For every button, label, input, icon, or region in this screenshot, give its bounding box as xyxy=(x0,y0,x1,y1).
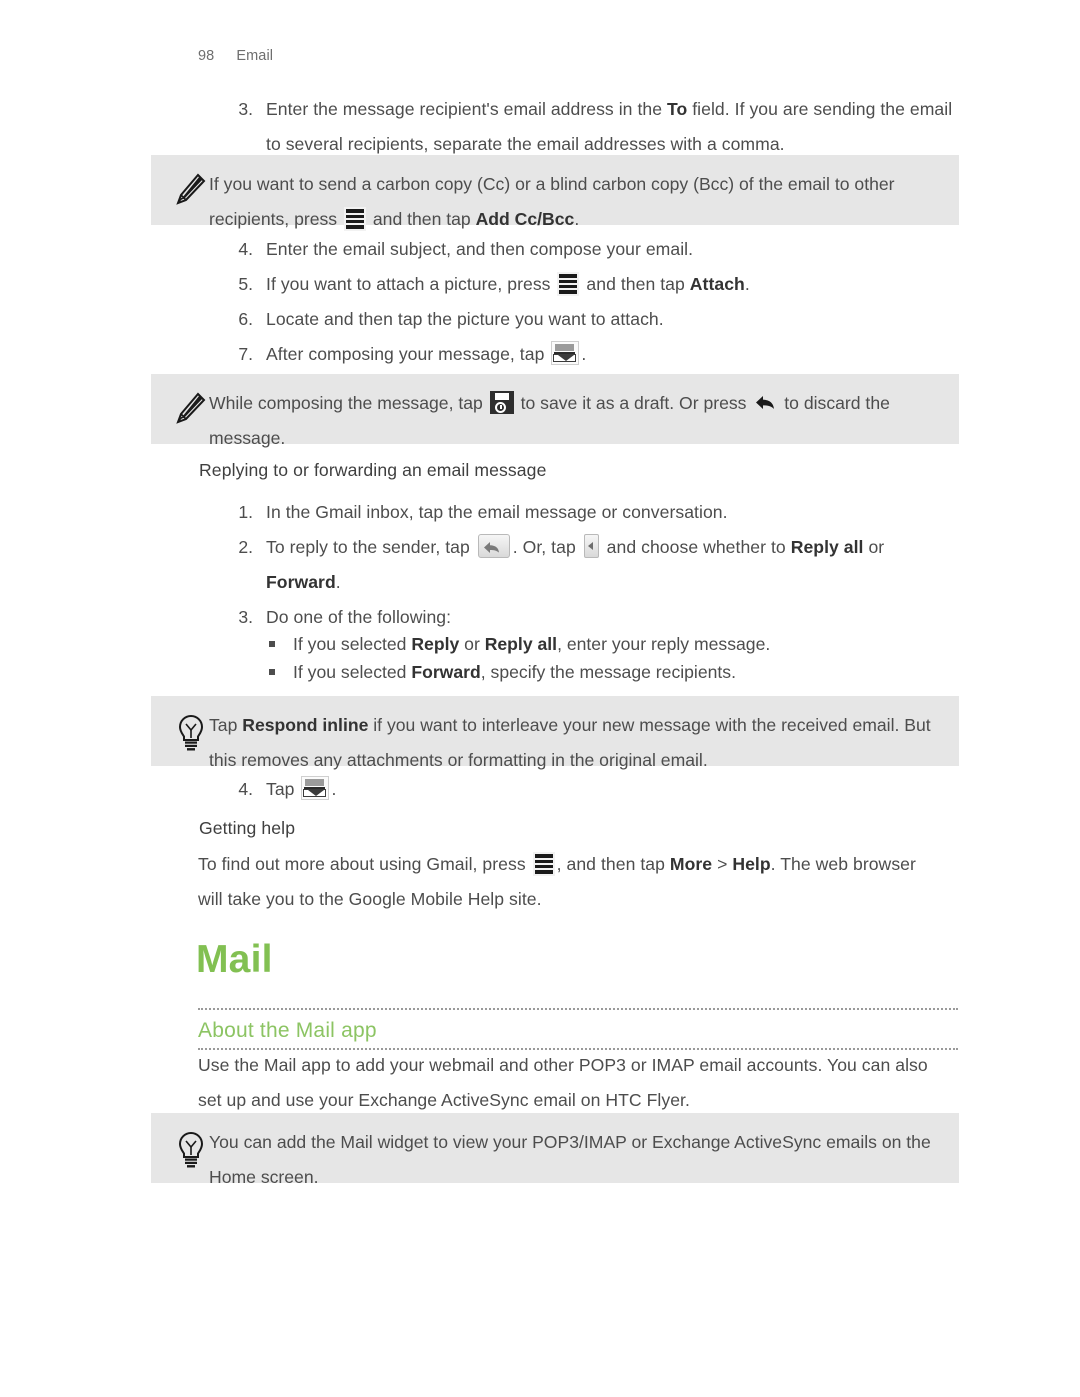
list-marker: 3. xyxy=(238,99,253,119)
list-text: If you want to attach a picture, press a… xyxy=(266,272,750,296)
page-header: 98 Email xyxy=(198,48,273,64)
ordered-list-tap-send: 4. Tap . xyxy=(219,772,959,807)
bullet-list-reply-options: If you selected Reply or Reply all, ente… xyxy=(267,630,967,686)
reply-icon[interactable] xyxy=(477,534,510,558)
emphasis-text: Add Cc/Bcc xyxy=(475,209,575,229)
send-icon[interactable] xyxy=(301,776,330,800)
list-marker: 1. xyxy=(238,502,253,522)
list-text: Enter the message recipient's email addr… xyxy=(266,99,953,154)
note-box-draft: While composing the message, tap to save… xyxy=(151,374,959,448)
emphasis-text: To xyxy=(667,99,688,119)
back-arrow-icon[interactable] xyxy=(754,390,776,410)
save-icon[interactable] xyxy=(489,391,514,414)
emphasis-text: Reply all xyxy=(484,634,558,654)
menu-icon[interactable] xyxy=(557,272,580,296)
bullet-square-icon xyxy=(269,669,275,675)
list-item: 2. To reply to the sender, tap . Or, tap… xyxy=(219,530,959,600)
list-item: If you selected Reply or Reply all, ente… xyxy=(267,630,967,658)
paragraph-getting-help: To find out more about using Gmail, pres… xyxy=(198,852,916,909)
emphasis-text: Forward xyxy=(266,572,336,592)
list-text: Do one of the following: xyxy=(266,607,452,627)
list-marker: 4. xyxy=(238,779,253,799)
bullet-text: If you selected Forward, specify the mes… xyxy=(293,662,736,682)
list-item: 3. Enter the message recipient's email a… xyxy=(219,92,959,162)
list-item: 6. Locate and then tap the picture you w… xyxy=(219,302,959,337)
ordered-list-compose-continued: 4. Enter the email subject, and then com… xyxy=(219,232,959,372)
menu-icon[interactable] xyxy=(343,207,366,231)
list-marker: 7. xyxy=(238,344,253,364)
send-icon[interactable] xyxy=(551,341,580,365)
list-marker: 6. xyxy=(238,309,253,329)
list-text: Locate and then tap the picture you want… xyxy=(266,309,664,329)
emphasis-text: Respond inline xyxy=(242,715,369,735)
bullet-square-icon xyxy=(269,641,275,647)
pencil-icon xyxy=(171,388,211,432)
list-text: In the Gmail inbox, tap the email messag… xyxy=(266,502,728,522)
section-about-mail-app: About the Mail app xyxy=(198,1008,958,1050)
list-text: To reply to the sender, tap . Or, tap an… xyxy=(266,534,884,592)
emphasis-text: Reply all xyxy=(790,537,864,557)
page-number: 98 xyxy=(198,48,215,64)
list-item: If you selected Forward, specify the mes… xyxy=(267,658,967,686)
emphasis-text: Forward xyxy=(411,662,481,682)
list-item: 5. If you want to attach a picture, pres… xyxy=(219,267,959,302)
emphasis-text: Attach xyxy=(689,274,745,294)
chapter-title: Mail xyxy=(196,938,273,981)
emphasis-text: Help xyxy=(732,854,771,874)
list-text: Enter the email subject, and then compos… xyxy=(266,239,694,259)
lightbulb-icon xyxy=(171,710,211,754)
paragraph-about-mail: Use the Mail app to add your webmail and… xyxy=(198,1055,928,1110)
list-marker: 5. xyxy=(238,274,253,294)
emphasis-text: Reply xyxy=(411,634,460,654)
list-marker: 3. xyxy=(238,607,253,627)
list-item: 4. Tap . xyxy=(219,772,959,807)
list-marker: 2. xyxy=(238,537,253,557)
tip-box-respond-inline: Tap Respond inline if you want to interl… xyxy=(151,696,959,770)
bullet-text: If you selected Reply or Reply all, ente… xyxy=(293,634,771,654)
tip-text: You can add the Mail widget to view your… xyxy=(209,1132,931,1187)
page-chapter-label: Email xyxy=(236,48,274,64)
section-title: About the Mail app xyxy=(198,1019,377,1042)
lightbulb-icon xyxy=(171,1127,211,1171)
heading-getting-help: Getting help xyxy=(199,818,296,838)
list-item: 4. Enter the email subject, and then com… xyxy=(219,232,959,267)
emphasis-text: More xyxy=(669,854,713,874)
list-text: After composing your message, tap . xyxy=(266,341,586,365)
list-text: Tap . xyxy=(266,776,336,800)
pencil-icon xyxy=(171,169,211,213)
list-item: 1. In the Gmail inbox, tap the email mes… xyxy=(219,495,959,530)
manual-page: 98 Email 3. Enter the message recipient's… xyxy=(0,0,1080,1397)
menu-icon[interactable] xyxy=(532,852,555,876)
note-box-cc-bcc: If you want to send a carbon copy (Cc) o… xyxy=(151,155,959,231)
heading-replying: Replying to or forwarding an email messa… xyxy=(199,460,547,480)
ordered-list-compose: 3. Enter the message recipient's email a… xyxy=(219,92,959,162)
list-marker: 4. xyxy=(238,239,253,259)
tip-box-mail-widget: You can add the Mail widget to view your… xyxy=(151,1113,959,1187)
dropdown-arrow-icon[interactable] xyxy=(583,534,599,558)
ordered-list-reply: 1. In the Gmail inbox, tap the email mes… xyxy=(219,495,959,635)
note-text: While composing the message, tap to save… xyxy=(209,374,959,469)
list-item: 7. After composing your message, tap . xyxy=(219,337,959,372)
